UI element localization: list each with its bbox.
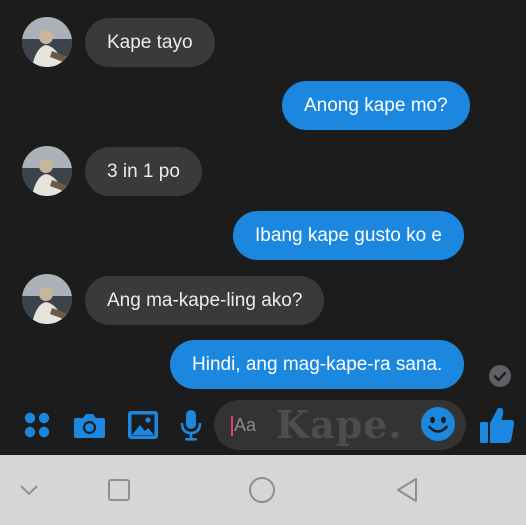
- message-outgoing[interactable]: Anong kape mo?: [282, 81, 470, 130]
- circle-icon[interactable]: [245, 475, 279, 505]
- message-incoming[interactable]: Kape tayo: [85, 18, 215, 67]
- gallery-icon[interactable]: [126, 396, 160, 454]
- input-placeholder: Aa: [234, 415, 257, 435]
- message-outgoing[interactable]: Ibang kape gusto ko e: [233, 211, 464, 260]
- camera-icon[interactable]: [72, 396, 106, 454]
- message-outgoing[interactable]: Hindi, ang mag-kape-ra sana.: [170, 340, 465, 389]
- microphone-icon[interactable]: [178, 396, 204, 454]
- messenger-screen: Kape tayo Anong kape mo? 3 in 1 po Ibang…: [0, 0, 526, 525]
- seen-check-icon: [489, 365, 511, 387]
- apps-grid-icon[interactable]: [22, 396, 52, 454]
- chat-thread[interactable]: Kape tayo Anong kape mo? 3 in 1 po Ibang…: [0, 0, 526, 455]
- contact-avatar[interactable]: [22, 146, 72, 196]
- thumbs-up-icon[interactable]: [478, 396, 516, 454]
- emoji-icon[interactable]: [420, 406, 456, 442]
- text-caret: [231, 416, 233, 436]
- contact-avatar[interactable]: [22, 274, 72, 324]
- contact-avatar[interactable]: [22, 17, 72, 67]
- chevron-down-icon[interactable]: [12, 475, 46, 505]
- system-navigation-bar: [0, 455, 526, 525]
- message-incoming[interactable]: Ang ma-kape-ling ako?: [85, 276, 325, 325]
- watermark-text: Kape.: [276, 402, 403, 447]
- square-icon[interactable]: [102, 475, 136, 505]
- composer-bar: Aa Kape.: [0, 396, 526, 454]
- message-incoming[interactable]: 3 in 1 po: [85, 147, 202, 196]
- message-input[interactable]: Aa Kape.: [214, 400, 466, 450]
- triangle-back-icon[interactable]: [390, 475, 424, 505]
